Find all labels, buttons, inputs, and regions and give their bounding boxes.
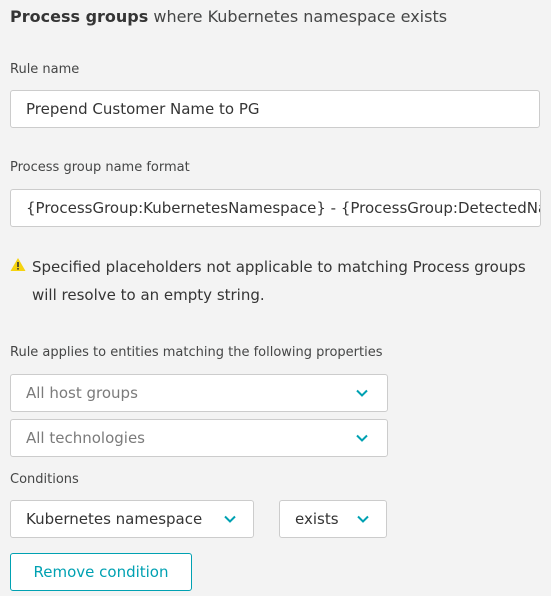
remove-condition-button[interactable]: Remove condition (10, 553, 192, 591)
chevron-down-icon (357, 515, 369, 523)
condition-operator-select[interactable]: exists (279, 500, 387, 538)
name-format-label: Process group name format (10, 160, 190, 175)
technologies-select[interactable]: All technologies (10, 419, 388, 457)
chevron-down-icon (356, 389, 368, 397)
warning-triangle-icon (10, 258, 26, 271)
applies-label: Rule applies to entities matching the fo… (10, 345, 383, 360)
rule-name-input[interactable]: Prepend Customer Name to PG (10, 90, 540, 128)
chevron-down-icon (224, 515, 236, 523)
host-groups-select[interactable]: All host groups (10, 374, 388, 412)
condition-property-select[interactable]: Kubernetes namespace (10, 500, 254, 538)
rule-name-label: Rule name (10, 62, 80, 77)
technologies-value: All technologies (26, 429, 145, 447)
title-condition: where Kubernetes namespace exists (148, 7, 448, 26)
host-groups-value: All host groups (26, 384, 138, 402)
condition-property-value: Kubernetes namespace (26, 510, 203, 528)
conditions-label: Conditions (10, 472, 79, 487)
chevron-down-icon (356, 434, 368, 442)
warning-text: Specified placeholders not applicable to… (32, 258, 526, 304)
name-format-input[interactable]: {ProcessGroup:KubernetesNamespace} - {Pr… (10, 189, 541, 227)
title-entity: Process groups (10, 7, 149, 26)
page-title: Process groups where Kubernetes namespac… (10, 7, 447, 27)
condition-operator-value: exists (295, 510, 339, 528)
